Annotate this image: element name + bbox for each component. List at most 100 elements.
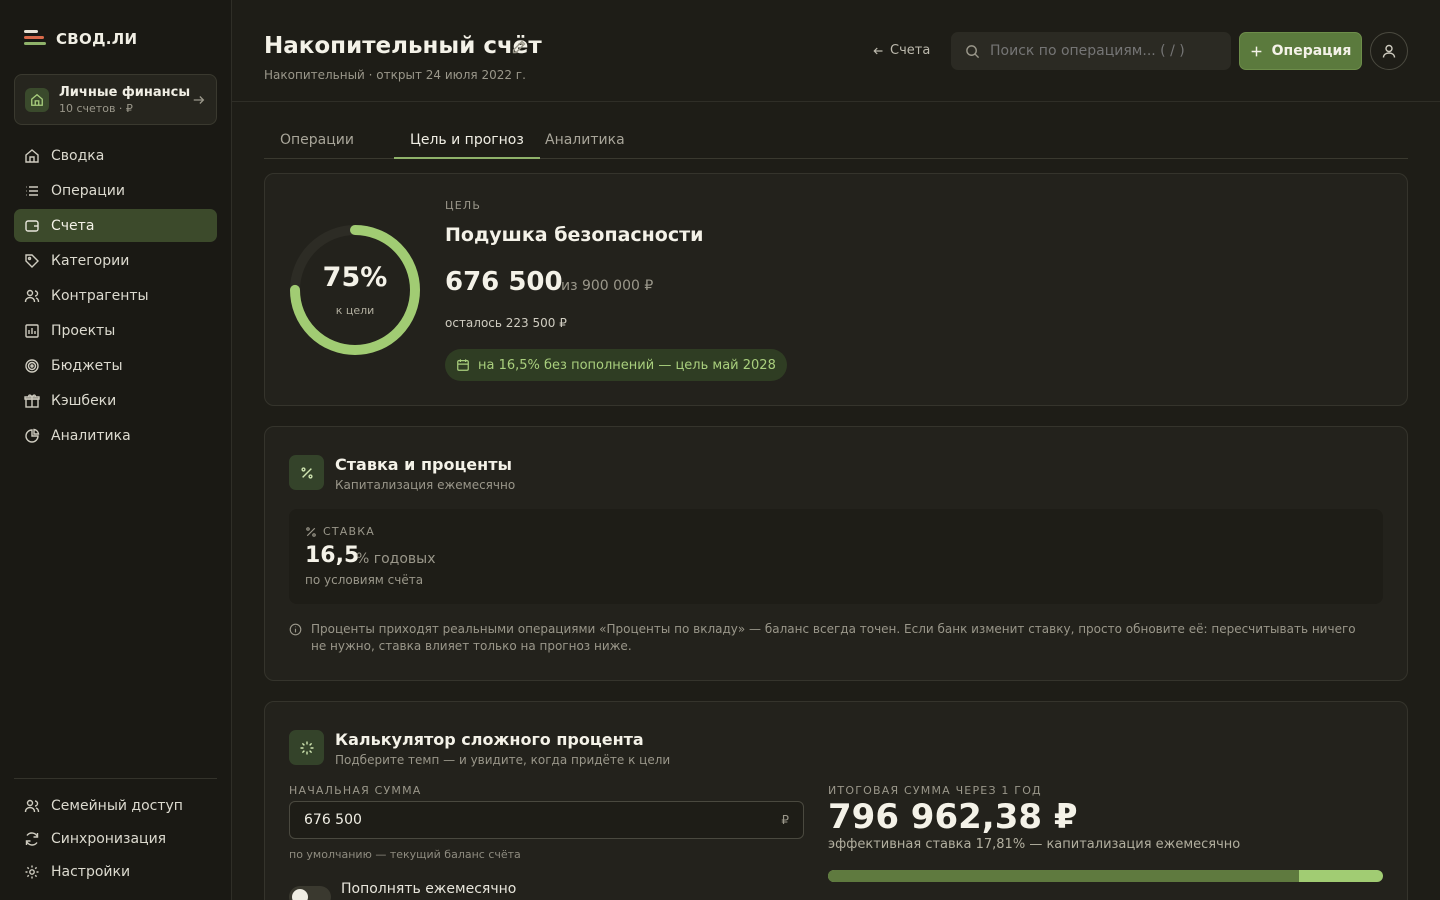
search-box[interactable]	[951, 32, 1231, 70]
add-operation-button[interactable]: Операция	[1239, 32, 1362, 70]
sidebar-item-label: Сводка	[51, 147, 105, 164]
tab-operations[interactable]: Операции	[264, 120, 370, 159]
home-icon	[25, 87, 49, 112]
tab-goal-forecast[interactable]: Цель и прогноз	[394, 120, 540, 159]
plus-icon	[1251, 46, 1262, 56]
account-tabs: Операции Цель и прогноз Аналитика	[264, 120, 1408, 159]
rate-condition: по условиям счёта	[305, 573, 424, 587]
percent-icon	[289, 455, 324, 490]
page-title: Накопительный счёт	[264, 33, 542, 59]
currency-symbol: ₽	[781, 813, 789, 827]
users-icon	[24, 289, 40, 302]
rate-unit: % годовых	[356, 551, 436, 567]
sidebar-item-accounts[interactable]: Счета	[14, 209, 217, 242]
settings-icon	[25, 865, 39, 878]
sidebar-item-label: Бюджеты	[51, 357, 123, 374]
result-value: 796 962,38 ₽	[828, 797, 1078, 837]
goal-name: Подушка безопасности	[445, 224, 704, 246]
workspace-meta: 10 счетов · ₽	[59, 101, 133, 115]
user-avatar-button[interactable]	[1370, 32, 1408, 70]
monthly-topup-label: Пополнять ежемесячно	[341, 881, 517, 897]
goal-forecast-badge: на 16,5% без пополнений — цель май 2028	[445, 349, 787, 381]
goal-forecast-text: на 16,5% без пополнений — цель май 2028	[478, 357, 776, 373]
sidebar-item-counterparties[interactable]: Контрагенты	[14, 279, 217, 312]
calculator-title: Калькулятор сложного процента	[335, 730, 644, 749]
page-subtitle: Накопительный · открыт 24 июля 2022 г.	[264, 68, 526, 82]
initial-amount-hint: по умолчанию — текущий баланс счёта	[289, 848, 521, 861]
target-icon	[25, 358, 39, 373]
page-header: Накопительный счёт Накопительный · откры…	[232, 0, 1440, 102]
sidebar-item-budgets[interactable]: Бюджеты	[14, 349, 217, 382]
calculator-subtitle: Подберите темп — и увидите, когда придёт…	[335, 753, 671, 767]
rate-card: Ставка и проценты Капитализация ежемесяч…	[264, 426, 1408, 681]
rate-section-title: Ставка и проценты	[335, 455, 512, 474]
tab-analytics[interactable]: Аналитика	[529, 120, 641, 159]
logo[interactable]: СВОД.ЛИ	[24, 30, 137, 48]
goal-progress-caption: к цели	[335, 304, 375, 317]
search-icon	[966, 44, 980, 58]
sidebar-item-categories[interactable]: Категории	[14, 244, 217, 277]
percent-icon	[306, 526, 316, 537]
logo-icon	[24, 30, 46, 48]
sidebar-nav: Сводка Операции Счета Категории Контраге…	[14, 139, 217, 454]
result-label: ИТОГОВАЯ СУММА ЧЕРЕЗ 1 ГОД	[828, 784, 1042, 797]
rate-label: СТАВКА	[323, 525, 376, 538]
user-icon	[1382, 44, 1396, 58]
rate-note-text: Проценты приходят реальными операциями «…	[311, 622, 1356, 653]
sidebar-item-operations[interactable]: Операции	[14, 174, 217, 207]
tag-icon	[25, 253, 39, 268]
rate-info-note: Проценты приходят реальными операциями «…	[289, 621, 1359, 655]
goal-card: 75% к цели ЦЕЛЬ Подушка безопасности 676…	[264, 173, 1408, 406]
result-subtitle: эффективная ставка 17,81% — капитализаци…	[828, 837, 1241, 852]
sidebar-item-sync[interactable]: Синхронизация	[14, 823, 217, 854]
main-content: Накопительный счёт Накопительный · откры…	[232, 0, 1440, 900]
result-breakdown-bar	[828, 870, 1383, 882]
sidebar-item-summary[interactable]: Сводка	[14, 139, 217, 172]
sidebar-item-label: Семейный доступ	[51, 797, 183, 814]
sidebar-item-label: Синхронизация	[51, 830, 167, 847]
search-input[interactable]	[990, 43, 1220, 59]
result-principal-segment	[828, 870, 1300, 882]
sidebar-bottom-nav: Семейный доступ Синхронизация Настройки	[14, 790, 217, 889]
family-icon	[24, 799, 40, 812]
calendar-icon	[457, 359, 469, 371]
chart-icon	[25, 323, 39, 338]
goal-current-amount: 676 500	[445, 267, 563, 297]
app-name: СВОД.ЛИ	[56, 30, 138, 48]
sidebar-item-analytics[interactable]: Аналитика	[14, 419, 217, 452]
sync-icon	[25, 831, 39, 846]
sidebar-item-label: Операции	[51, 182, 125, 199]
sidebar-item-label: Кэшбеки	[51, 392, 117, 409]
sidebar-item-settings[interactable]: Настройки	[14, 856, 217, 887]
sidebar: СВОД.ЛИ Личные финансы 10 счетов · ₽ Сво…	[0, 0, 232, 900]
rate-box[interactable]: СТАВКА 16,5 % годовых по условиям счёта	[289, 509, 1383, 604]
sidebar-item-cashback[interactable]: Кэшбеки	[14, 384, 217, 417]
rate-section-subtitle: Капитализация ежемесячно	[335, 478, 516, 492]
sidebar-item-family-access[interactable]: Семейный доступ	[14, 790, 217, 821]
wallet-icon	[25, 219, 39, 232]
sidebar-divider	[14, 778, 217, 779]
back-to-accounts-link[interactable]: Счета	[872, 43, 930, 58]
info-icon	[289, 623, 302, 636]
sidebar-item-label: Счета	[51, 217, 95, 234]
pie-icon	[25, 428, 40, 443]
arrow-right-icon	[193, 95, 205, 104]
initial-amount-label: НАЧАЛЬНАЯ СУММА	[289, 784, 422, 797]
initial-amount-field[interactable]: ₽	[289, 801, 804, 839]
sidebar-item-label: Категории	[51, 252, 130, 269]
goal-target-amount: из 900 000 ₽	[561, 278, 654, 294]
goal-section-label: ЦЕЛЬ	[445, 199, 482, 212]
workspace-switcher[interactable]: Личные финансы 10 счетов · ₽	[14, 74, 217, 125]
goal-remaining: осталось 223 500 ₽	[445, 316, 567, 330]
gift-icon	[24, 393, 40, 408]
pencil-icon[interactable]	[511, 39, 527, 55]
sidebar-item-label: Аналитика	[51, 427, 131, 444]
monthly-topup-toggle[interactable]	[289, 886, 331, 900]
calculator-card: Калькулятор сложного процента Подберите …	[264, 701, 1408, 900]
initial-amount-input[interactable]	[304, 812, 782, 828]
goal-progress-percent: 75%	[322, 262, 388, 293]
arrow-left-icon	[873, 47, 883, 54]
sidebar-item-projects[interactable]: Проекты	[14, 314, 217, 347]
list-icon	[26, 185, 38, 196]
sidebar-item-label: Проекты	[51, 322, 116, 339]
